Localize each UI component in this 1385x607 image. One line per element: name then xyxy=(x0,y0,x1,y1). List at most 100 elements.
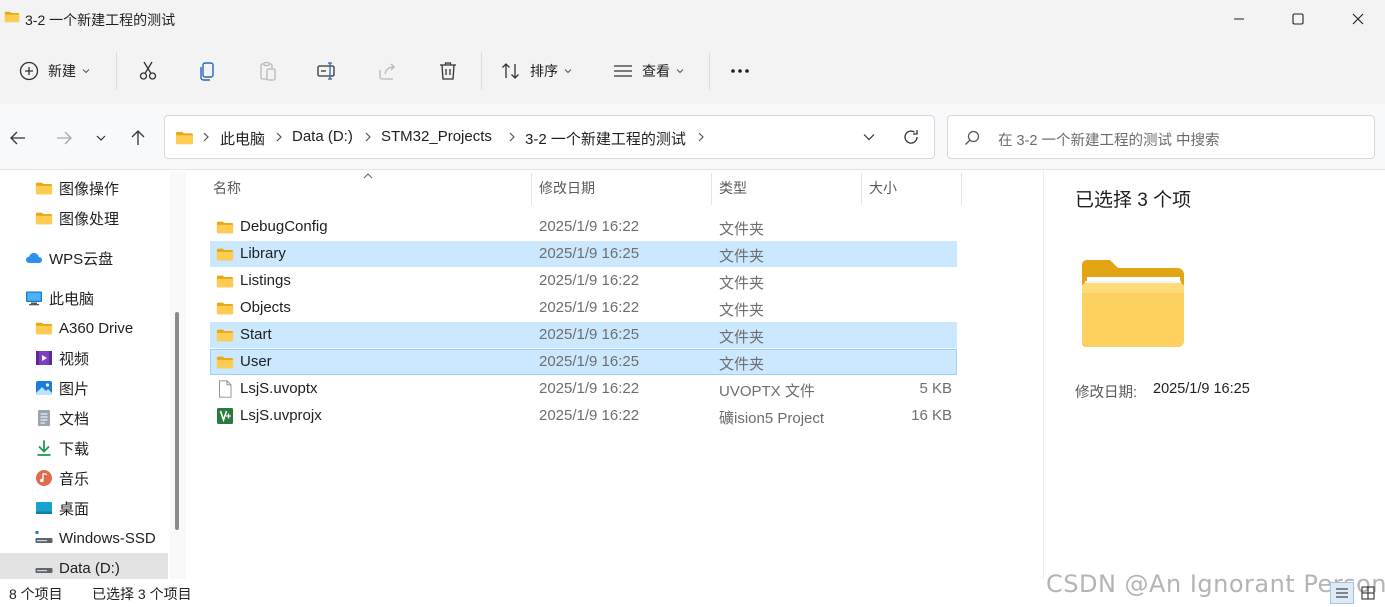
forward-button[interactable] xyxy=(53,127,75,149)
folder-icon xyxy=(35,319,53,337)
folder-stack-icon xyxy=(1082,260,1184,347)
file-date: 2025/1/9 16:22 xyxy=(539,218,640,235)
column-divider[interactable] xyxy=(711,173,712,205)
column-header-label: 大小 xyxy=(869,180,897,196)
breadcrumb-item[interactable]: 此电脑 xyxy=(220,128,265,149)
sort-button[interactable]: 排序 xyxy=(500,56,572,86)
sidebar-item-downloads[interactable]: 下载 xyxy=(0,433,168,463)
details-view-button[interactable] xyxy=(1330,582,1354,604)
file-size: 5 KB xyxy=(919,380,952,397)
sidebar-item-videos[interactable]: 视频 xyxy=(0,343,168,373)
column-header-name[interactable]: 名称 xyxy=(213,171,529,205)
toolbar-divider xyxy=(481,52,482,90)
view-button[interactable]: 查看 xyxy=(612,56,684,86)
file-icon xyxy=(219,380,232,398)
file-date: 2025/1/9 16:25 xyxy=(539,245,640,262)
column-divider[interactable] xyxy=(861,173,862,205)
sidebar-item-data-d[interactable]: Data (D:) xyxy=(0,553,168,579)
up-button[interactable] xyxy=(127,127,149,149)
sidebar-item-wps-cloud[interactable]: WPS云盘 xyxy=(0,243,168,273)
sidebar-item-pictures[interactable]: 图片 xyxy=(0,373,168,403)
folder-icon xyxy=(216,299,234,317)
refresh-icon[interactable] xyxy=(902,128,920,146)
file-name: LsjS.uvprojx xyxy=(240,407,322,424)
address-bar[interactable]: 此电脑 Data (D:) STM32_Projects 3-2 一个新建工程的… xyxy=(164,115,935,159)
table-row[interactable]: Objects 2025/1/9 16:22 文件夹 xyxy=(210,295,957,321)
file-date: 2025/1/9 16:22 xyxy=(539,272,640,289)
column-divider[interactable] xyxy=(531,173,532,205)
close-button[interactable] xyxy=(1335,0,1381,38)
file-type: 文件夹 xyxy=(719,248,765,265)
sidebar-item-label: Windows-SSD xyxy=(59,529,156,547)
chevron-down-icon xyxy=(82,69,90,74)
sidebar-item-a360-drive[interactable]: A360 Drive xyxy=(0,313,168,343)
sidebar-item-music[interactable]: 音乐 xyxy=(0,463,168,493)
new-button[interactable]: 新建 xyxy=(18,56,90,86)
table-row[interactable]: Library 2025/1/9 16:25 文件夹 xyxy=(210,241,957,267)
chevron-right-icon xyxy=(275,132,283,142)
toolbar-divider xyxy=(116,52,117,90)
cut-button[interactable] xyxy=(137,56,159,86)
back-button[interactable] xyxy=(7,127,29,149)
details-view-icon xyxy=(1336,588,1348,598)
maximize-icon xyxy=(1292,13,1304,25)
file-name: Library xyxy=(240,245,286,262)
column-header-date[interactable]: 修改日期 xyxy=(539,171,709,205)
sidebar-item-label: WPS云盘 xyxy=(49,250,114,268)
paste-button[interactable] xyxy=(257,56,279,86)
copy-button[interactable] xyxy=(197,56,219,86)
chevron-down-icon xyxy=(96,135,106,141)
column-header-size[interactable]: 大小 xyxy=(869,171,959,205)
sidebar-item-label: A360 Drive xyxy=(59,319,134,337)
column-header-label: 修改日期 xyxy=(539,180,595,196)
computer-icon xyxy=(25,289,43,307)
breadcrumb-item[interactable]: 3-2 一个新建工程的测试 xyxy=(525,128,686,149)
sidebar-item-label: 图片 xyxy=(59,380,90,398)
breadcrumb-item[interactable]: Data (D:) xyxy=(292,128,353,145)
search-icon xyxy=(965,130,980,145)
music-icon xyxy=(35,469,53,487)
column-divider[interactable] xyxy=(961,173,962,205)
maximize-button[interactable] xyxy=(1275,0,1321,38)
recent-locations-button[interactable] xyxy=(90,127,112,149)
file-date: 2025/1/9 16:22 xyxy=(539,407,640,424)
tiles-view-button[interactable] xyxy=(1356,582,1380,604)
minimize-button[interactable] xyxy=(1216,0,1262,38)
search-box[interactable]: 在 3-2 一个新建工程的测试 中搜索 xyxy=(947,115,1375,159)
share-button[interactable] xyxy=(377,56,399,86)
new-button-label: 新建 xyxy=(48,63,76,79)
file-list: 名称 修改日期 类型 大小 DebugConfig 2025/1/9 16:22… xyxy=(187,171,1043,579)
sidebar-item-desktop[interactable]: 桌面 xyxy=(0,493,168,523)
table-row[interactable]: LsjS.uvoptx 2025/1/9 16:22 UVOPTX 文件 5 K… xyxy=(210,376,957,402)
arrow-left-icon xyxy=(10,131,25,145)
search-input[interactable]: 在 3-2 一个新建工程的测试 中搜索 xyxy=(998,129,1220,150)
folder-icon xyxy=(35,209,53,227)
file-name: Objects xyxy=(240,299,291,316)
delete-button[interactable] xyxy=(437,56,459,86)
table-row[interactable]: LsjS.uvprojx 2025/1/9 16:22 礦ision5 Proj… xyxy=(210,403,957,429)
chevron-down-icon[interactable] xyxy=(862,130,876,144)
rename-button[interactable] xyxy=(316,56,338,86)
table-row[interactable]: DebugConfig 2025/1/9 16:22 文件夹 xyxy=(210,214,957,240)
download-icon xyxy=(35,439,53,457)
sidebar-item-windows-ssd[interactable]: Windows-SSD xyxy=(0,523,168,553)
sidebar-item-this-pc[interactable]: 此电脑 xyxy=(0,283,168,313)
arrow-right-icon xyxy=(57,131,72,145)
more-options-button[interactable] xyxy=(729,56,751,86)
table-row[interactable]: Listings 2025/1/9 16:22 文件夹 xyxy=(210,268,957,294)
table-row[interactable]: User 2025/1/9 16:25 文件夹 xyxy=(210,349,957,375)
file-name: User xyxy=(240,353,272,370)
breadcrumb-item[interactable]: STM32_Projects xyxy=(381,128,492,145)
sidebar-item-label: 图像处理 xyxy=(59,210,120,228)
column-header-type[interactable]: 类型 xyxy=(719,171,859,205)
toolbar-divider xyxy=(709,52,710,90)
sidebar-item-documents[interactable]: 文档 xyxy=(0,403,168,433)
file-type: 文件夹 xyxy=(719,356,765,373)
chevron-right-icon xyxy=(364,132,372,142)
sidebar-item-image-ops[interactable]: 图像操作 xyxy=(0,173,168,203)
arrow-up-icon xyxy=(131,130,145,145)
sidebar-item-image-processing[interactable]: 图像处理 xyxy=(0,203,168,233)
view-icon xyxy=(614,65,632,77)
table-row[interactable]: Start 2025/1/9 16:25 文件夹 xyxy=(210,322,957,348)
sidebar-scrollbar-thumb[interactable] xyxy=(175,312,179,530)
